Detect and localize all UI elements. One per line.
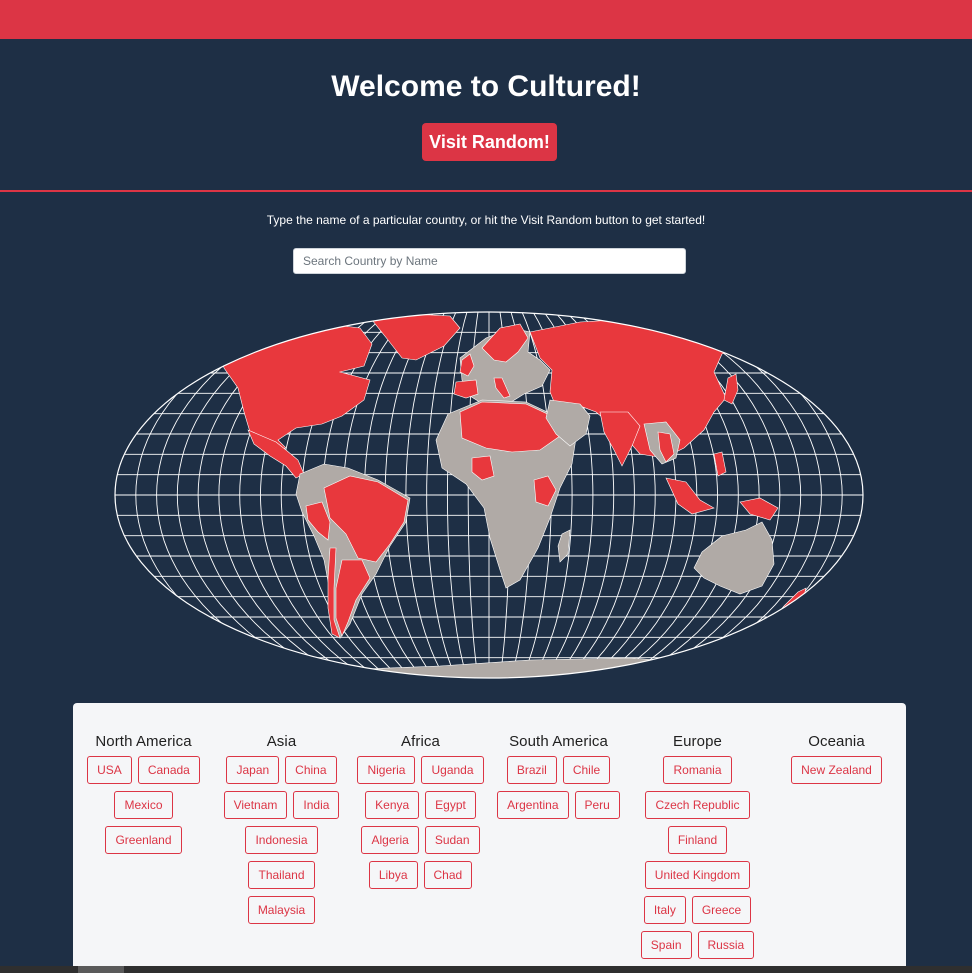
region-heading: Africa <box>401 733 440 750</box>
country-button-group: New Zealand <box>769 756 904 784</box>
country-button-group: Romania Czech Republic Finland United Kingd… <box>630 756 765 959</box>
country-button[interactable]: Mexico <box>114 791 173 819</box>
country-button[interactable]: Indonesia <box>245 826 318 854</box>
country-button[interactable]: Spain <box>640 931 692 959</box>
page-title: Welcome to Cultured! <box>331 70 641 103</box>
region-column: Asia Japan China Vietnam India Indonesia Thail… <box>214 733 349 924</box>
region-heading: Oceania <box>808 733 865 750</box>
country-button[interactable]: Libya <box>368 861 418 889</box>
country-button[interactable]: Kenya <box>365 791 420 819</box>
search-input[interactable] <box>293 248 686 274</box>
top-accent-bar <box>0 0 972 39</box>
country-button[interactable]: Greece <box>691 896 752 924</box>
country-button[interactable]: Thailand <box>248 861 315 889</box>
country-button[interactable]: Japan <box>226 756 280 784</box>
landmass-indonesia[interactable] <box>665 477 715 515</box>
country-button[interactable]: Chile <box>562 756 611 784</box>
country-button[interactable]: Czech Republic <box>645 791 750 819</box>
instructions-text: Type the name of a particular country, o… <box>266 213 706 227</box>
landmass-india[interactable] <box>599 411 641 467</box>
region-heading: Asia <box>266 733 297 750</box>
country-button-group: USA Canada Mexico Greenland <box>76 756 211 854</box>
country-button[interactable]: Vietnam <box>223 791 288 819</box>
country-button[interactable]: Chad <box>423 861 473 889</box>
region-heading: North America <box>95 733 192 750</box>
country-button[interactable]: Greenland <box>105 826 182 854</box>
country-button[interactable]: New Zealand <box>791 756 882 784</box>
visit-random-button[interactable]: Visit Random! <box>422 123 557 161</box>
header-divider <box>0 190 972 192</box>
landmass-spain[interactable] <box>453 379 479 399</box>
region-column: Oceania New Zealand <box>769 733 904 784</box>
country-button-group: Nigeria Uganda Kenya Egypt Algeria Sudan Libya… <box>353 756 488 889</box>
country-button[interactable]: Canada <box>137 756 200 784</box>
country-button[interactable]: Sudan <box>424 826 480 854</box>
country-button[interactable]: Egypt <box>425 791 476 819</box>
landmass-argentina[interactable] <box>335 559 371 637</box>
region-column: Europe Romania Czech Republic Finland United… <box>630 733 765 959</box>
country-button[interactable]: USA <box>87 756 132 784</box>
landmass-north-america[interactable] <box>217 321 373 451</box>
region-column: South America Brazil Chile Argentina Peru <box>491 733 626 819</box>
country-button[interactable]: India <box>293 791 340 819</box>
country-button[interactable]: Brazil <box>506 756 557 784</box>
country-button[interactable]: Russia <box>697 931 755 959</box>
country-button-group: Japan China Vietnam India Indonesia Thailand M… <box>214 756 349 924</box>
horizontal-scrollbar[interactable] <box>0 966 972 973</box>
country-button[interactable]: Algeria <box>361 826 419 854</box>
region-heading: Europe <box>673 733 722 750</box>
country-button-group: Brazil Chile Argentina Peru <box>491 756 626 819</box>
country-button[interactable]: Nigeria <box>357 756 416 784</box>
landmass-australia[interactable] <box>693 521 775 595</box>
country-button[interactable]: Italy <box>643 896 686 924</box>
scrollbar-thumb[interactable] <box>78 966 124 973</box>
country-button[interactable]: Peru <box>574 791 620 819</box>
country-button[interactable]: Malaysia <box>247 896 316 924</box>
country-button[interactable]: Romania <box>663 756 732 784</box>
country-button[interactable]: United Kingdom <box>644 861 751 889</box>
world-map[interactable] <box>110 308 868 682</box>
country-button[interactable]: Finland <box>667 826 728 854</box>
region-column: North America USA Canada Mexico Greenland <box>76 733 211 854</box>
country-button[interactable]: Argentina <box>497 791 569 819</box>
country-button[interactable]: Uganda <box>421 756 484 784</box>
regions-panel: North America USA Canada Mexico Greenland Asi… <box>73 703 906 973</box>
region-column: Africa Nigeria Uganda Kenya Egypt Algeria Suda… <box>353 733 488 889</box>
country-button[interactable]: China <box>285 756 337 784</box>
landmass-new-guinea[interactable] <box>739 497 779 521</box>
landmass-japan[interactable] <box>723 373 739 405</box>
region-heading: South America <box>509 733 608 750</box>
